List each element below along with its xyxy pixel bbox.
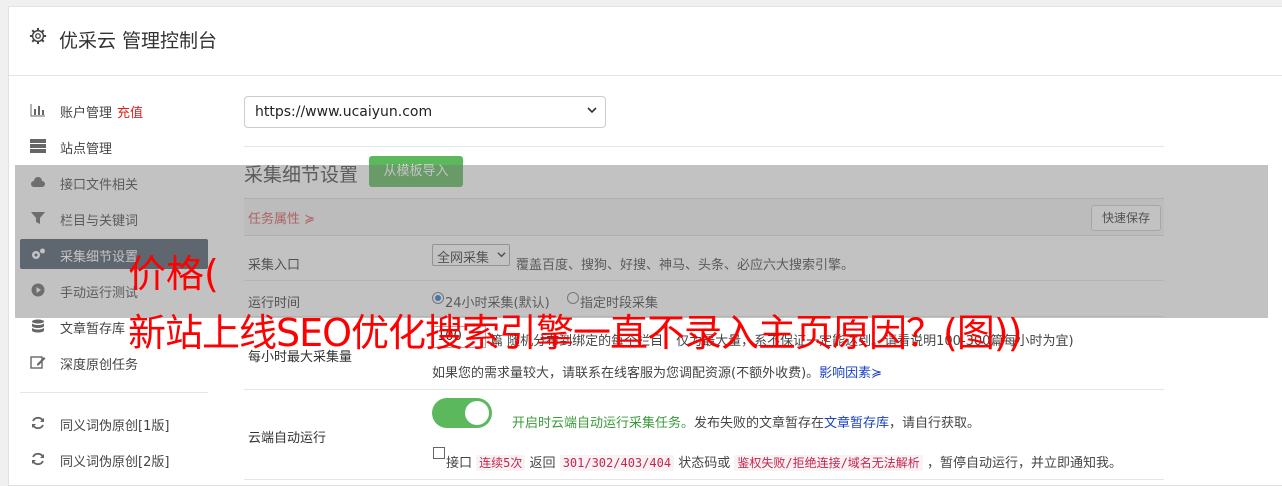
recharge-link[interactable]: 充值 bbox=[117, 106, 143, 121]
server-icon bbox=[30, 139, 46, 153]
sidebar-item-synonym-v1[interactable]: 同义词伪原创[1版] bbox=[20, 408, 208, 438]
code-auth-fail: 鉴权失败/拒绝连接/域名无法解析 bbox=[734, 455, 923, 471]
chevron-down-icon bbox=[587, 107, 597, 114]
pause-t2: 状态码或 bbox=[678, 456, 731, 471]
cloud-run-enabled-text: 开启时云端自动运行采集任务。 bbox=[512, 416, 695, 431]
sidebar-item-synonym-v2[interactable]: 同义词伪原创[2版] bbox=[20, 444, 208, 474]
pause-t3: ，暂停自动运行，并立即通知我。 bbox=[926, 456, 1122, 471]
site-select-value: https://www.ucaiyun.com bbox=[255, 104, 433, 120]
sidebar-item-label: 站点管理 bbox=[60, 142, 113, 157]
sidebar-item-label: 同义词伪原创[1版] bbox=[60, 419, 170, 434]
article-store-link[interactable]: 文章暂存库 bbox=[824, 416, 889, 431]
sidebar-divider bbox=[20, 392, 208, 393]
refresh-icon bbox=[32, 416, 44, 430]
page-header: 优采云 管理控制台 bbox=[9, 7, 1282, 76]
cloud-run-toggle[interactable] bbox=[432, 398, 492, 428]
pause-cb-label: 接口 bbox=[446, 456, 473, 471]
sidebar-item-account[interactable]: 账户管理 充值 bbox=[20, 95, 208, 125]
pause-t1: 返回 bbox=[529, 456, 556, 471]
database-icon bbox=[32, 319, 44, 333]
divider bbox=[244, 479, 1164, 480]
refresh-icon bbox=[32, 452, 44, 466]
cloud-run-desc-a: 发布失败的文章暂存在 bbox=[694, 416, 825, 431]
pause-on-error-checkbox[interactable] bbox=[433, 447, 445, 459]
cloud-run-description: 开启时云端自动运行采集任务。发布失败的文章暂存在文章暂存库，请自行获取。 bbox=[512, 412, 980, 431]
page-title: 优采云 管理控制台 bbox=[59, 30, 218, 52]
gear-icon bbox=[29, 27, 47, 45]
code-consecutive: 连续5次 bbox=[476, 455, 526, 471]
pause-on-error-label: 接口 连续5次 返回 301/302/403/404 状态码或 鉴权失败/拒绝连… bbox=[446, 452, 1122, 471]
cloud-run-label: 云端自动运行 bbox=[248, 431, 327, 446]
edit-icon bbox=[30, 356, 46, 369]
divider bbox=[244, 146, 1164, 147]
watermark-line-1: 价格( bbox=[128, 252, 219, 296]
divider bbox=[244, 389, 1164, 390]
sidebar-item-label: 账户管理 bbox=[60, 106, 113, 121]
sidebar-item-label: 同义词伪原创[2版] bbox=[60, 455, 170, 470]
cloud-run-desc-b: ，请自行获取。 bbox=[889, 416, 981, 431]
influence-factors-link[interactable]: 影响因素≽ bbox=[819, 366, 882, 381]
sidebar-item-sites[interactable]: 站点管理 bbox=[20, 131, 208, 161]
hourly-note-text: 如果您的需求量较大，请联系在线客服为您调配资源(不额外收费)。 bbox=[432, 366, 820, 381]
site-select[interactable]: https://www.ucaiyun.com bbox=[244, 96, 606, 128]
sidebar-item-label: 深度原创任务 bbox=[60, 358, 139, 373]
sidebar-item-label: 文章暂存库 bbox=[60, 322, 126, 337]
code-status: 301/302/403/404 bbox=[559, 455, 675, 471]
toggle-knob bbox=[465, 401, 489, 425]
watermark-line-2: 新站上线SEO优化搜索引擎一直不录入主页原因？(图)) bbox=[128, 311, 1023, 355]
bar-chart-icon bbox=[30, 104, 45, 117]
hourly-note: 如果您的需求量较大，请联系在线客服为您调配资源(不额外收费)。影响因素≽ bbox=[432, 362, 882, 381]
